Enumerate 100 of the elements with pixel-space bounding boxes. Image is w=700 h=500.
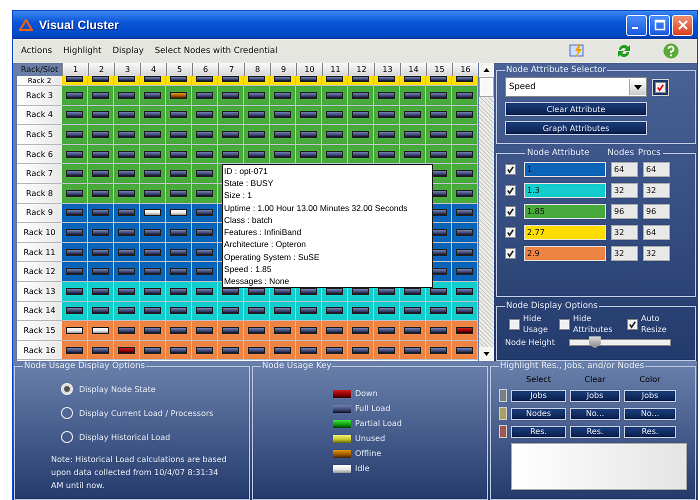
node-icon[interactable] — [66, 92, 83, 99]
node-icon[interactable] — [144, 346, 161, 354]
node-icon[interactable] — [92, 248, 109, 256]
node-icon[interactable] — [352, 346, 369, 354]
node-icon[interactable] — [196, 228, 213, 236]
rack-label[interactable]: Rack 11 — [17, 242, 62, 262]
menu-item[interactable]: Highlight — [59, 44, 106, 58]
node-icon[interactable] — [456, 288, 473, 295]
node-icon[interactable] — [66, 130, 83, 138]
node-icon[interactable] — [196, 248, 213, 256]
highlight-button[interactable]: No... — [624, 408, 676, 420]
node-icon[interactable] — [274, 346, 291, 354]
node-icon[interactable] — [170, 228, 187, 236]
node-icon[interactable] — [248, 150, 265, 158]
node-icon[interactable] — [300, 326, 317, 334]
node-icon[interactable] — [430, 307, 447, 314]
node-icon[interactable] — [196, 76, 213, 82]
node-icon[interactable] — [456, 346, 473, 354]
help-icon[interactable] — [663, 43, 679, 59]
maximize-button[interactable] — [649, 14, 670, 36]
highlight-button[interactable]: Res. — [624, 426, 676, 438]
node-icon[interactable] — [378, 150, 395, 158]
highlight-button[interactable]: Res. — [570, 426, 620, 438]
node-icon[interactable] — [300, 150, 317, 158]
node-icon[interactable] — [222, 346, 239, 354]
node-icon[interactable] — [274, 111, 291, 118]
checkbox[interactable] — [655, 82, 666, 92]
node-icon[interactable] — [378, 76, 395, 82]
node-icon[interactable] — [196, 209, 213, 216]
node-icon[interactable] — [170, 248, 187, 256]
radio-button[interactable] — [61, 383, 73, 395]
node-icon[interactable] — [300, 307, 317, 314]
node-icon[interactable] — [118, 307, 135, 314]
highlight-button[interactable]: Nodes — [511, 408, 566, 420]
node-icon[interactable] — [352, 92, 369, 99]
node-icon[interactable] — [326, 346, 343, 354]
checkbox[interactable] — [559, 318, 570, 330]
node-icon[interactable] — [92, 150, 109, 158]
rack-label[interactable]: Rack 6 — [17, 144, 62, 164]
node-icon[interactable] — [170, 170, 187, 178]
highlight-button[interactable]: Jobs — [570, 390, 620, 402]
menu-item[interactable]: Select Nodes with Credential — [150, 44, 282, 58]
node-icon[interactable] — [196, 130, 213, 138]
attribute-button[interactable]: Clear Attribute — [505, 102, 647, 116]
highlight-button[interactable]: Jobs — [624, 390, 676, 402]
node-icon[interactable] — [118, 228, 135, 236]
checkbox[interactable] — [509, 318, 520, 330]
node-icon[interactable] — [144, 170, 161, 178]
node-icon[interactable] — [378, 130, 395, 138]
node-icon[interactable] — [352, 150, 369, 158]
scroll-down-icon[interactable] — [479, 347, 494, 361]
checkbox[interactable] — [505, 227, 516, 238]
node-icon[interactable] — [274, 150, 291, 158]
node-icon[interactable] — [144, 130, 161, 138]
node-icon[interactable] — [352, 76, 369, 82]
node-icon[interactable] — [144, 92, 161, 99]
node-icon[interactable] — [66, 111, 83, 118]
node-icon[interactable] — [92, 307, 109, 314]
node-icon[interactable] — [170, 111, 187, 118]
node-icon[interactable] — [222, 326, 239, 334]
node-icon[interactable] — [196, 326, 213, 334]
node-icon[interactable] — [404, 130, 421, 138]
refresh-icon[interactable] — [616, 43, 632, 59]
scrollbar-thumb[interactable] — [479, 77, 494, 97]
node-icon[interactable] — [92, 326, 109, 334]
node-icon[interactable] — [378, 326, 395, 334]
node-icon[interactable] — [430, 111, 447, 118]
highlight-button[interactable]: No... — [570, 408, 620, 420]
node-icon[interactable] — [248, 76, 265, 82]
node-icon[interactable] — [196, 150, 213, 158]
minimize-button[interactable] — [626, 14, 647, 36]
node-icon[interactable] — [92, 288, 109, 295]
node-icon[interactable] — [300, 130, 317, 138]
rack-label[interactable]: Rack 13 — [17, 282, 62, 302]
attribute-value-field[interactable]: 1.85 — [524, 204, 606, 220]
node-icon[interactable] — [404, 150, 421, 158]
node-icon[interactable] — [352, 326, 369, 334]
node-icon[interactable] — [66, 76, 83, 82]
node-icon[interactable] — [170, 346, 187, 354]
node-icon[interactable] — [92, 190, 109, 197]
attribute-value-field[interactable]: 2.9 — [524, 246, 606, 262]
node-icon[interactable] — [144, 307, 161, 314]
node-icon[interactable] — [118, 248, 135, 256]
node-icon[interactable] — [170, 150, 187, 158]
node-icon[interactable] — [404, 111, 421, 118]
node-icon[interactable] — [222, 130, 239, 138]
scrollbar[interactable] — [479, 63, 494, 361]
node-icon[interactable] — [66, 268, 83, 276]
node-icon[interactable] — [456, 248, 473, 256]
node-icon[interactable] — [92, 130, 109, 138]
node-icon[interactable] — [118, 111, 135, 118]
checkbox[interactable] — [505, 185, 516, 196]
attribute-value-field[interactable]: 1.3 — [524, 183, 606, 198]
node-icon[interactable] — [144, 326, 161, 334]
node-icon[interactable] — [66, 228, 83, 236]
node-icon[interactable] — [456, 268, 473, 276]
node-icon[interactable] — [404, 92, 421, 99]
attribute-button[interactable]: Graph Attributes — [505, 121, 647, 135]
node-icon[interactable] — [248, 130, 265, 138]
node-icon[interactable] — [92, 346, 109, 354]
